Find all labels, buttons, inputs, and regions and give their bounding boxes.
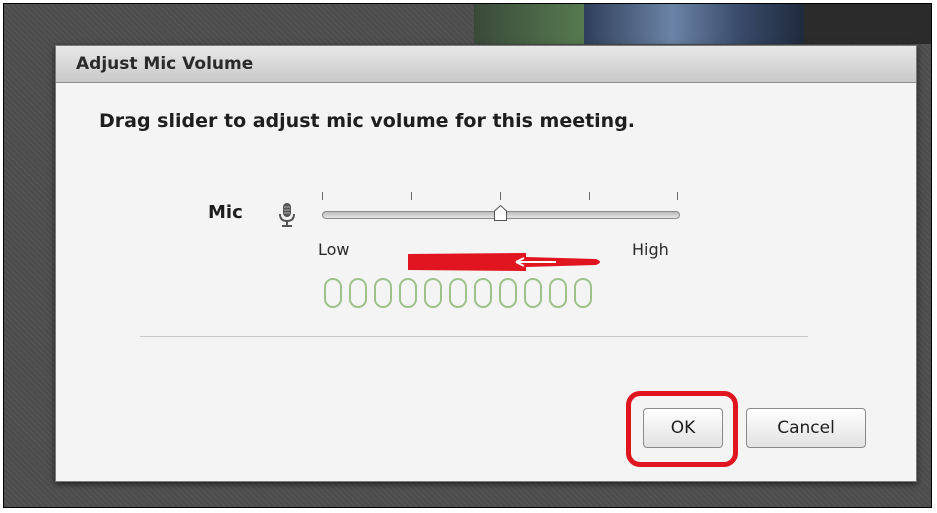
instruction-text: Drag slider to adjust mic volume for thi…: [99, 110, 636, 132]
divider: [140, 336, 808, 337]
microphone-icon: [279, 203, 295, 227]
slider-tick: [677, 192, 678, 200]
meter-segment: [374, 278, 392, 308]
left-arrow-annotation: [408, 253, 600, 271]
meter-segment: [449, 278, 467, 308]
meter-segment: [399, 278, 417, 308]
meter-segment: [474, 278, 492, 308]
meter-segment: [349, 278, 367, 308]
ok-highlight-annotation: [626, 391, 738, 467]
mic-label: Mic: [208, 202, 243, 223]
meter-segment: [324, 278, 342, 308]
meter-segment: [574, 278, 592, 308]
dialog-title: Adjust Mic Volume: [56, 46, 916, 83]
cancel-button[interactable]: Cancel: [746, 408, 866, 448]
background-video-tile: [474, 4, 584, 44]
slider-tick: [500, 192, 501, 200]
meter-segment: [424, 278, 442, 308]
meter-segment: [524, 278, 542, 308]
meter-segment: [549, 278, 567, 308]
slider-thumb[interactable]: [493, 205, 507, 221]
background-video-tile: [584, 4, 804, 44]
adjust-mic-volume-dialog: Adjust Mic Volume Drag slider to adjust …: [55, 45, 917, 482]
slider-low-label: Low: [318, 240, 350, 259]
slider-high-label: High: [632, 240, 669, 259]
meter-segment: [499, 278, 517, 308]
background-meeting-window: Adjust Mic Volume Drag slider to adjust …: [3, 3, 932, 508]
background-panel: [804, 4, 931, 44]
slider-tick: [322, 192, 323, 200]
mic-level-meter: [324, 278, 598, 308]
slider-tick: [411, 192, 412, 200]
slider-tick: [589, 192, 590, 200]
mic-volume-slider[interactable]: [322, 192, 682, 232]
